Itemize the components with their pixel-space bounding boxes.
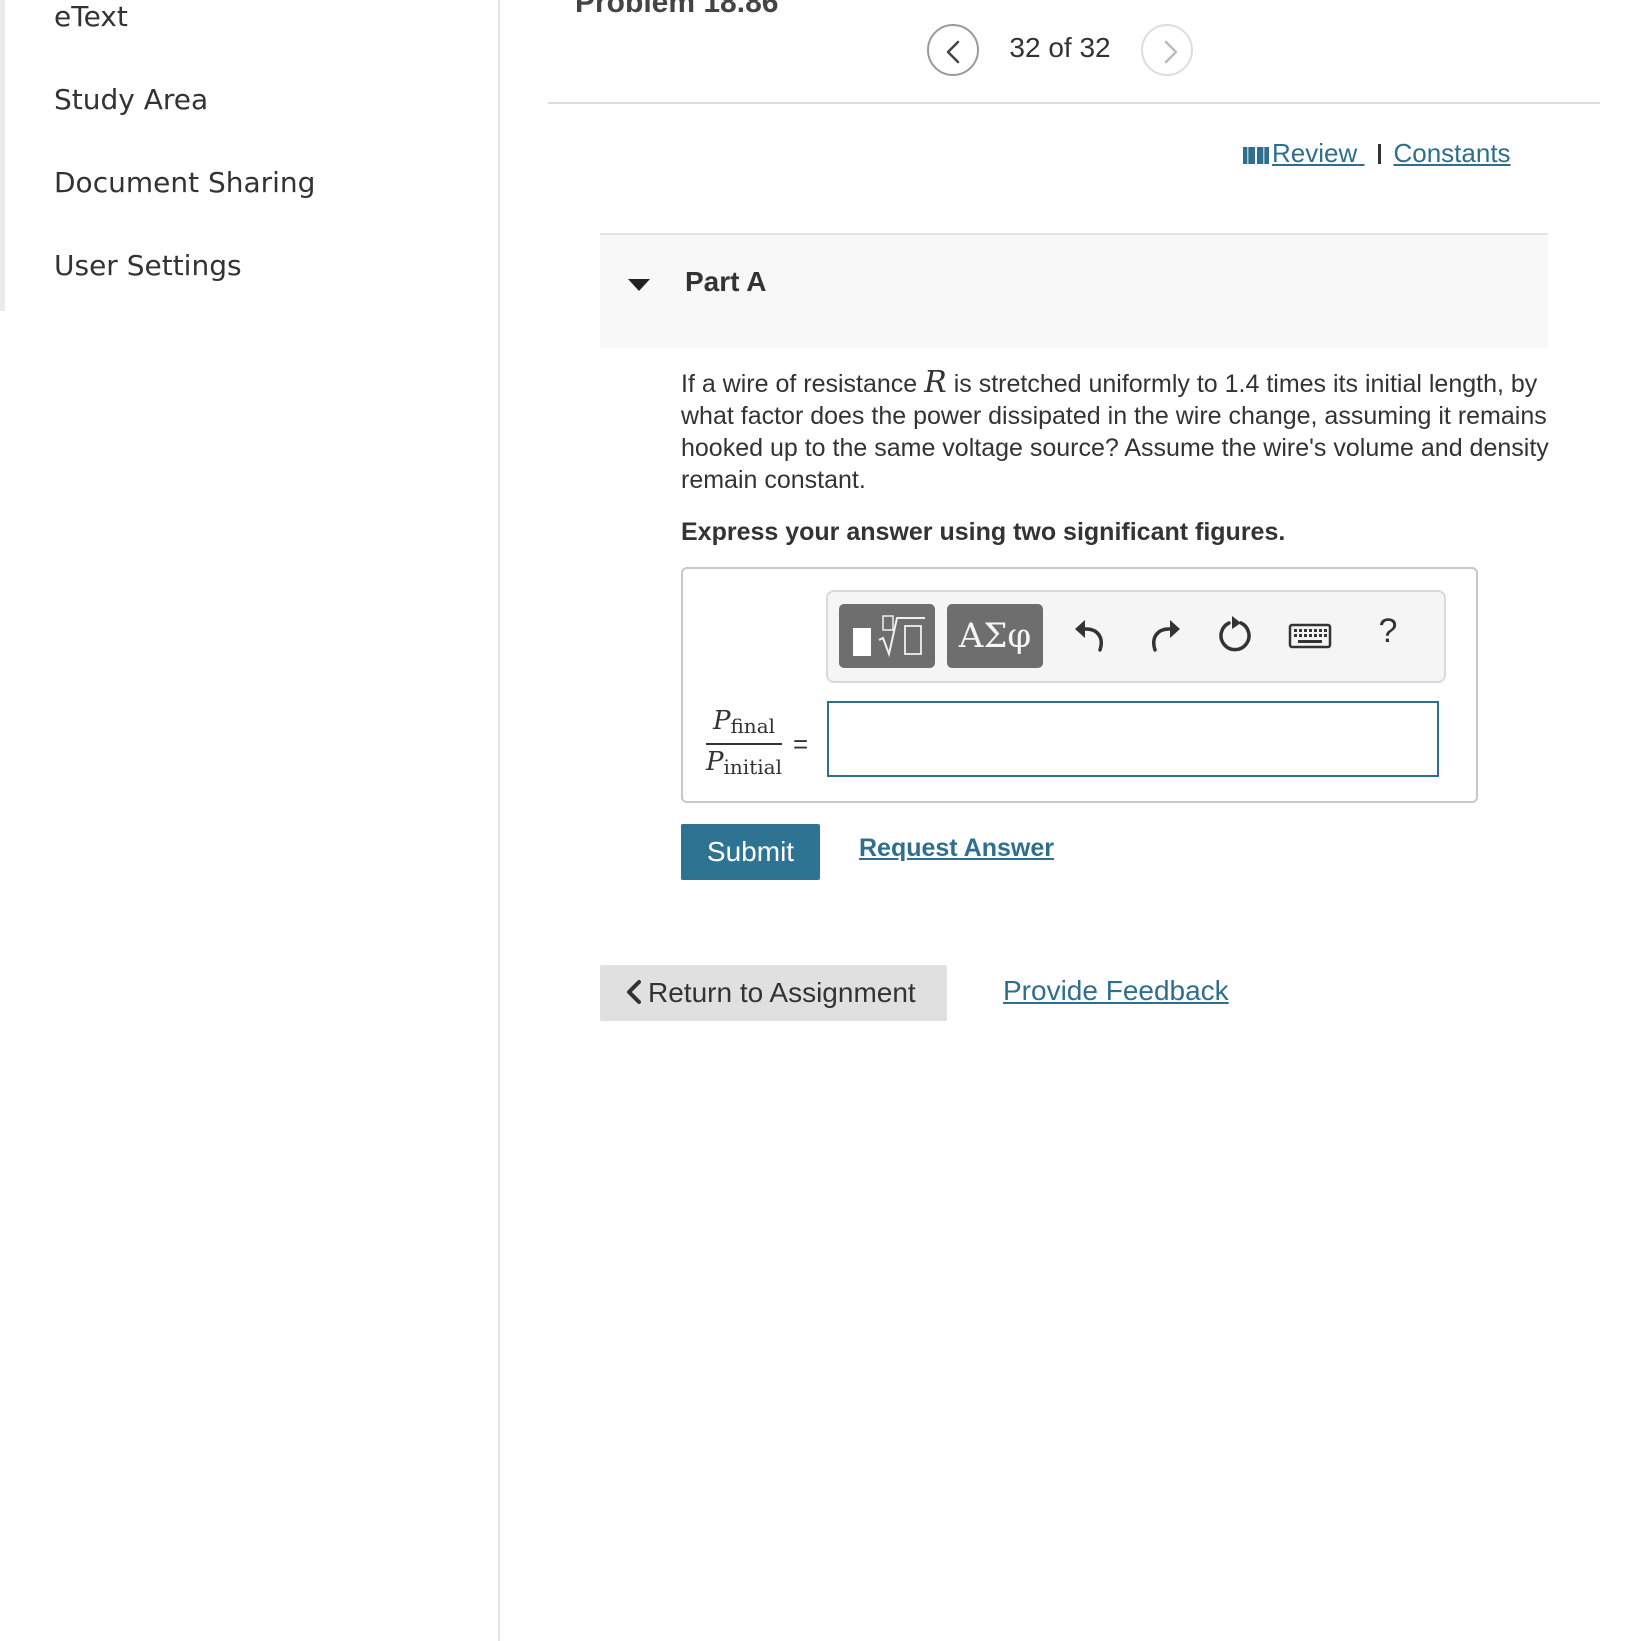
reset-icon[interactable] (1210, 610, 1262, 662)
sidebar-item-user-settings[interactable]: User Settings (54, 249, 242, 282)
header-divider (548, 102, 1600, 104)
link-separator (1378, 144, 1382, 164)
submit-button[interactable]: Submit (681, 824, 820, 880)
question-text-start: If a wire of resistance (681, 370, 925, 398)
fraction-bar (706, 743, 782, 745)
request-answer-link[interactable]: Request Answer (859, 834, 1054, 863)
book-icon (1243, 147, 1269, 165)
part-a-header[interactable]: Part A (600, 233, 1548, 348)
answer-label-fraction: Pfinal Pinitial (706, 706, 782, 782)
sidebar: eText Study Area Document Sharing User S… (0, 0, 500, 1641)
review-link[interactable]: Review (1242, 138, 1364, 168)
fraction-denominator: Pinitial (706, 747, 782, 782)
numerator-subscript: final (730, 714, 776, 738)
chevron-right-icon (1164, 40, 1178, 64)
denominator-symbol: P (706, 747, 724, 777)
templates-button[interactable] (839, 604, 935, 668)
redo-icon[interactable] (1137, 610, 1189, 662)
constants-link[interactable]: Constants (1393, 138, 1510, 168)
chevron-left-icon (627, 980, 641, 1004)
sidebar-accent-bar (0, 0, 5, 311)
sidebar-item-document-sharing[interactable]: Document Sharing (54, 166, 315, 199)
fraction-numerator: Pfinal (706, 706, 782, 741)
part-title: Part A (685, 266, 767, 297)
caret-down-icon (628, 279, 650, 291)
denominator-subscript: initial (723, 755, 782, 779)
help-icon[interactable]: ? (1368, 612, 1408, 651)
provide-feedback-link[interactable]: Provide Feedback (1003, 975, 1229, 1007)
numerator-symbol: P (712, 706, 731, 736)
chevron-left-icon (946, 40, 960, 64)
templates-icon (853, 615, 925, 658)
sidebar-item-etext[interactable]: eText (54, 0, 128, 33)
undo-icon[interactable] (1066, 610, 1118, 662)
problem-title: Problem 18.86 (575, 0, 779, 19)
problem-pager: 32 of 32 (1009, 32, 1111, 63)
answer-input[interactable] (827, 701, 1439, 777)
previous-problem-button[interactable] (927, 24, 979, 76)
review-link-label: Review (1272, 138, 1358, 168)
sidebar-item-study-area[interactable]: Study Area (54, 83, 208, 116)
equals-sign: = (793, 729, 809, 759)
greek-symbols-button[interactable]: ΑΣφ (947, 604, 1043, 668)
resource-links: Review Constants (1242, 138, 1511, 169)
question-text: If a wire of resistance R is stretched u… (681, 367, 1561, 496)
next-problem-button[interactable] (1141, 24, 1193, 76)
resistance-variable: R (924, 365, 947, 400)
keyboard-icon[interactable] (1284, 610, 1336, 662)
answer-instruction: Express your answer using two significan… (681, 518, 1286, 546)
return-to-assignment-button[interactable]: Return to Assignment (600, 965, 947, 1021)
return-button-label: Return to Assignment (648, 977, 916, 1008)
